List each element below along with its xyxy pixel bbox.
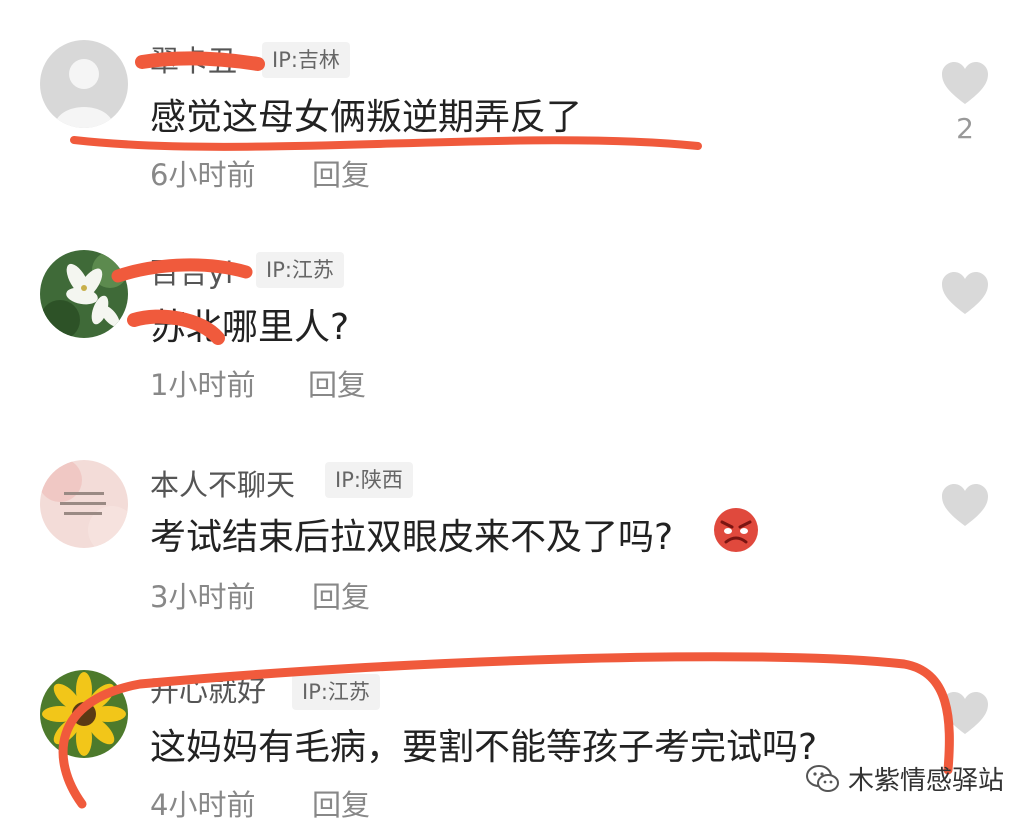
watermark: 木紫情感驿站 [806,760,1004,797]
comment-text[interactable]: 感觉这母女俩叛逆期弄反了 [150,88,582,140]
comment-time: 1小时前 [150,368,256,402]
angry-face-icon [714,508,758,552]
heart-icon[interactable] [940,690,990,736]
username[interactable]: 百合yi [150,250,233,292]
heart-icon[interactable] [940,60,990,106]
wechat-icon [806,764,839,792]
like-count: 2 [956,112,974,145]
username[interactable]: 本人不聊天 [150,462,295,504]
comment-time: 6小时前 [150,158,256,192]
ip-location-tag: IP:江苏 [292,674,380,710]
avatar[interactable] [40,460,128,548]
comment-text[interactable]: 苏北哪里人? [150,298,349,350]
username[interactable]: 开心就好 [150,668,266,710]
reply-button[interactable]: 回复 [308,362,366,404]
watermark-text: 木紫情感驿站 [848,766,1005,796]
heart-icon[interactable] [940,270,990,316]
reply-button[interactable]: 回复 [312,574,370,616]
ip-location-tag: IP:陕西 [325,462,413,498]
reply-button[interactable]: 回复 [312,152,370,194]
avatar[interactable] [40,250,128,338]
comment-text[interactable]: 考试结束后拉双眼皮来不及了吗? [150,508,673,560]
username[interactable]: 翠卡丑 [150,38,237,80]
annotation-stroke [70,136,702,151]
avatar[interactable] [40,40,128,128]
comment-text[interactable]: 这妈妈有毛病，要割不能等孩子考完试吗? [150,718,817,770]
ip-location-tag: IP:江苏 [256,252,344,288]
avatar[interactable] [40,670,128,758]
heart-icon[interactable] [940,482,990,528]
comment-time: 3小时前 [150,580,256,614]
ip-location-tag: IP:吉林 [262,42,350,78]
